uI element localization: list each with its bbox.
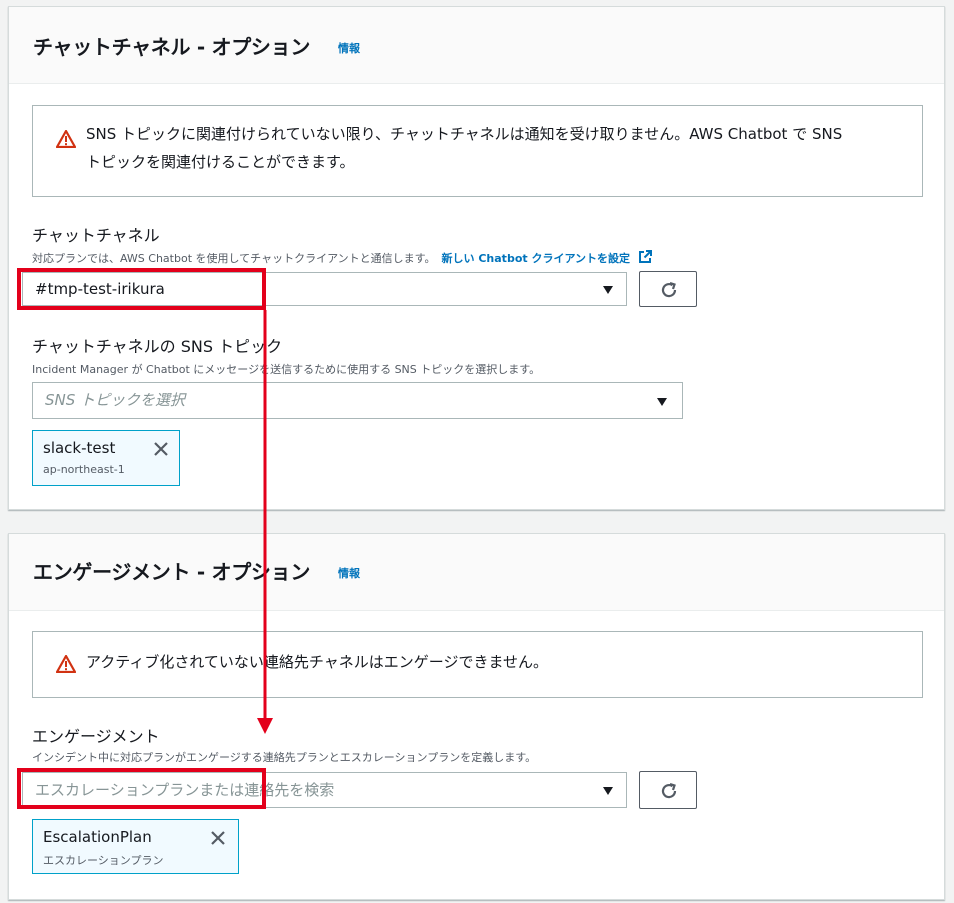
escalation-plan-token-type: エスカレーションプラン [43,854,164,867]
sns-topic-description: Incident Manager が Chatbot にメッセージを送信するため… [32,363,541,376]
chat-channel-desc-text: 対応プランでは、AWS Chatbot を使用してチャットクライアントと通信しま… [32,252,436,265]
chat-channel-description: 対応プランでは、AWS Chatbot を使用してチャットクライアントと通信しま… [32,250,652,266]
escalation-plan-token-name: EscalationPlan [43,828,152,846]
chat-channel-panel-header: チャットチャネル - オプション 情報 [9,7,944,84]
chat-channel-selected-value: #tmp-test-irikura [35,280,165,298]
engagement-search-select[interactable]: エスカレーションプランまたは連絡先を検索 [22,772,627,808]
sns-topic-placeholder: SNS トピックを選択 [45,391,186,409]
refresh-engagements-button[interactable] [639,771,697,809]
chat-channel-panel-title: チャットチャネル - オプション [33,35,311,59]
engagement-info-link[interactable]: 情報 [338,565,360,581]
configure-chatbot-link[interactable]: 新しい Chatbot クライアントを設定 [442,252,631,265]
chat-channel-label: チャットチャネル [32,226,160,245]
sns-topic-select[interactable]: SNS トピックを選択 [32,382,683,419]
sns-topic-token-region: ap-northeast-1 [43,463,125,476]
sns-warning-line1: SNS トピックに関連付けられていない限り、チャットチャネルは通知を受け取りませ… [86,125,843,143]
sns-topic-token-name: slack-test [43,439,116,457]
engagement-warning-text: アクティブ化されていない連絡先チャネルはエンゲージできません。 [86,653,549,671]
engagement-panel-title: エンゲージメント - オプション [33,560,311,584]
warning-icon [56,655,76,673]
sns-warning-alert: SNS トピックに関連付けられていない限り、チャットチャネルは通知を受け取りませ… [32,105,923,197]
refresh-icon [661,782,677,799]
external-link-icon[interactable] [638,250,652,264]
engagement-panel: エンゲージメント - オプション 情報 アクティブ化されていない連絡先チャネルは… [8,533,945,900]
chat-channel-select[interactable]: #tmp-test-irikura [22,272,627,306]
refresh-icon [661,281,677,298]
engagement-search-placeholder: エスカレーションプランまたは連絡先を検索 [35,781,335,799]
engagement-warning-alert: アクティブ化されていない連絡先チャネルはエンゲージできません。 [32,631,923,698]
refresh-channels-button[interactable] [639,271,697,307]
warning-icon [56,130,76,148]
close-icon[interactable] [153,441,169,457]
sns-topic-token: slack-test ap-northeast-1 [32,430,180,486]
sns-topic-label: チャットチャネルの SNS トピック [32,337,283,356]
sns-warning-text: SNS トピックに関連付けられていない限り、チャットチャネルは通知を受け取りませ… [86,120,916,176]
caret-down-icon [603,787,613,795]
caret-down-icon [603,286,613,294]
caret-down-icon [657,398,667,406]
sns-warning-line2: トピックを関連付けることができます。 [86,153,355,171]
chat-channel-info-link[interactable]: 情報 [338,40,360,56]
engagement-label: エンゲージメント [32,727,160,746]
escalation-plan-token: EscalationPlan エスカレーションプラン [32,819,239,874]
engagement-description: インシデント中に対応プランがエンゲージする連絡先プランとエスカレーションプランを… [32,751,537,764]
close-icon[interactable] [210,830,226,846]
engagement-panel-header: エンゲージメント - オプション 情報 [9,534,944,611]
chat-channel-panel: チャットチャネル - オプション 情報 SNS トピックに関連付けられていない限… [8,6,945,510]
